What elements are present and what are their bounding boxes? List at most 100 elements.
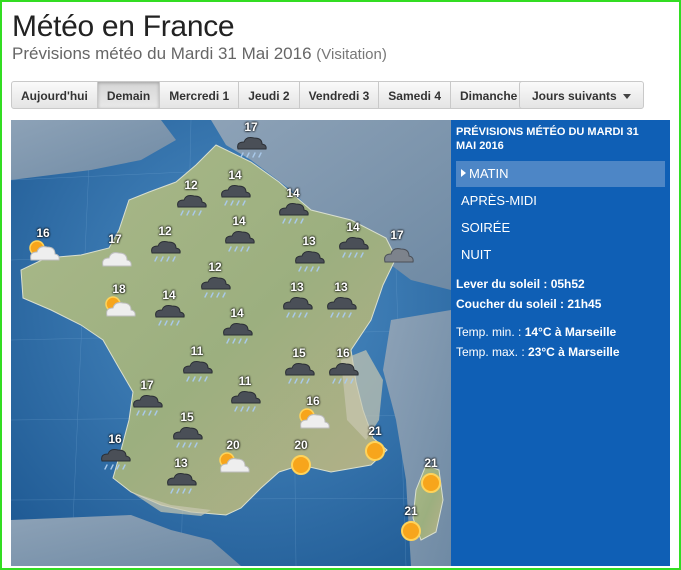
rain-icon (275, 198, 311, 233)
weather-marker[interactable]: 12 (147, 224, 183, 262)
tab-demain[interactable]: Demain (97, 81, 161, 109)
marker-temperature: 16 (336, 346, 350, 360)
weather-marker[interactable]: 20 (283, 438, 319, 476)
marker-temperature: 17 (140, 378, 154, 392)
sunrise-info: Lever du soleil : 05h52 (456, 277, 585, 291)
sunset-info: Coucher du soleil : 21h45 (456, 297, 601, 311)
rain-icon (323, 292, 359, 327)
sunrise-label: Lever du soleil : (456, 277, 548, 291)
marker-temperature: 16 (108, 432, 122, 446)
marker-temperature: 21 (404, 504, 418, 518)
sun-icon (413, 468, 449, 503)
marker-temperature: 11 (238, 374, 252, 388)
temp-min-value: 14°C à Marseille (524, 325, 617, 339)
rain-icon (219, 318, 255, 353)
rain-icon (179, 356, 215, 391)
sunset-label: Coucher du soleil : (456, 297, 565, 311)
weather-marker[interactable]: 14 (221, 214, 257, 252)
sunset-value: 21h45 (567, 297, 602, 311)
marker-temperature: 14 (286, 186, 300, 200)
tab-jeudi[interactable]: Jeudi 2 (239, 81, 300, 109)
sun-icon (283, 450, 319, 485)
weather-marker[interactable]: 15 (281, 346, 317, 384)
temp-min-label: Temp. min. : (456, 325, 522, 339)
more-days-dropdown[interactable]: Jours suivants (519, 81, 644, 109)
weather-marker[interactable]: 17 (97, 232, 133, 270)
marker-temperature: 12 (184, 178, 198, 192)
weather-marker[interactable]: 11 (179, 344, 215, 382)
weather-marker[interactable]: 13 (323, 280, 359, 318)
weather-marker[interactable]: 11 (227, 374, 263, 412)
rain-icon (217, 180, 253, 215)
marker-temperature: 14 (228, 168, 242, 182)
marker-temperature: 17 (390, 228, 404, 242)
rain-icon (279, 292, 315, 327)
page-title: Météo en France (12, 10, 235, 43)
triangle-right-icon (461, 169, 466, 177)
weather-marker[interactable]: 13 (291, 234, 327, 272)
marker-temperature: 16 (36, 226, 50, 240)
sun-icon (393, 516, 429, 551)
temp-min-info: Temp. min. : 14°C à Marseille (456, 325, 616, 339)
tab-samedi[interactable]: Samedi 4 (379, 81, 451, 109)
rain-icon (281, 358, 317, 393)
rain-icon (173, 190, 209, 225)
weather-marker[interactable]: 17 (129, 378, 165, 416)
weather-marker[interactable]: 18 (101, 282, 137, 320)
weather-marker[interactable]: 16 (295, 394, 331, 432)
temp-max-value: 23°C à Marseille (528, 345, 620, 359)
weather-marker[interactable]: 12 (173, 178, 209, 216)
weather-marker[interactable]: 16 (97, 432, 133, 470)
marker-temperature: 12 (158, 224, 172, 238)
temp-max-info: Temp. max. : 23°C à Marseille (456, 345, 620, 359)
weather-marker[interactable]: 14 (217, 168, 253, 206)
weather-marker[interactable]: 14 (335, 220, 371, 258)
weather-marker[interactable]: 15 (169, 410, 205, 448)
weather-marker[interactable]: 21 (393, 504, 429, 542)
weather-marker[interactable]: 13 (163, 456, 199, 494)
cloud-dark-icon (379, 240, 415, 275)
rain-icon (147, 236, 183, 271)
page-subtitle: Prévisions météo du Mardi 31 Mai 2016 (V… (12, 44, 387, 64)
weather-marker[interactable]: 12 (197, 260, 233, 298)
rain-icon (169, 422, 205, 457)
rain-icon (221, 226, 257, 261)
tab-aujourdhui[interactable]: Aujourd'hui (11, 81, 98, 109)
cloud-icon (97, 244, 133, 279)
sun-cloud-icon (25, 238, 61, 273)
weather-marker[interactable]: 14 (151, 288, 187, 326)
weather-marker[interactable]: 14 (219, 306, 255, 344)
rain-icon (163, 468, 199, 503)
chevron-down-icon (622, 94, 631, 100)
rain-icon (233, 132, 269, 167)
weather-marker[interactable]: 17 (379, 228, 415, 266)
france-weather-map: 17 12 14 14 16 17 12 14 13 14 17 12 18 14 13 13 14 11 15 16… (11, 120, 451, 566)
weather-marker[interactable]: 16 (325, 346, 361, 384)
marker-temperature: 13 (334, 280, 348, 294)
marker-temperature: 12 (208, 260, 222, 274)
sunrise-value: 05h52 (550, 277, 585, 291)
weather-marker[interactable]: 21 (413, 456, 449, 494)
marker-temperature: 14 (162, 288, 176, 302)
weather-marker[interactable]: 21 (357, 424, 393, 462)
period-nuit[interactable]: NUIT (456, 242, 665, 268)
marker-temperature: 16 (306, 394, 320, 408)
marker-temperature: 15 (292, 346, 306, 360)
marker-temperature: 14 (230, 306, 244, 320)
weather-marker[interactable]: 13 (279, 280, 315, 318)
weather-marker[interactable]: 16 (25, 226, 61, 264)
period-apres-midi[interactable]: APRÈS-MIDI (456, 188, 665, 214)
period-soiree[interactable]: SOIRÉE (456, 215, 665, 241)
sun-cloud-icon (295, 406, 331, 441)
tab-vendredi[interactable]: Vendredi 3 (299, 81, 380, 109)
period-matin[interactable]: MATIN (456, 161, 665, 187)
weather-marker[interactable]: 14 (275, 186, 311, 224)
marker-temperature: 18 (112, 282, 126, 296)
marker-temperature: 13 (290, 280, 304, 294)
marker-temperature: 17 (244, 120, 258, 134)
weather-marker[interactable]: 20 (215, 438, 251, 476)
tab-mercredi[interactable]: Mercredi 1 (160, 81, 240, 109)
marker-temperature: 14 (346, 220, 360, 234)
weather-marker[interactable]: 17 (233, 120, 269, 158)
marker-temperature: 21 (368, 424, 382, 438)
